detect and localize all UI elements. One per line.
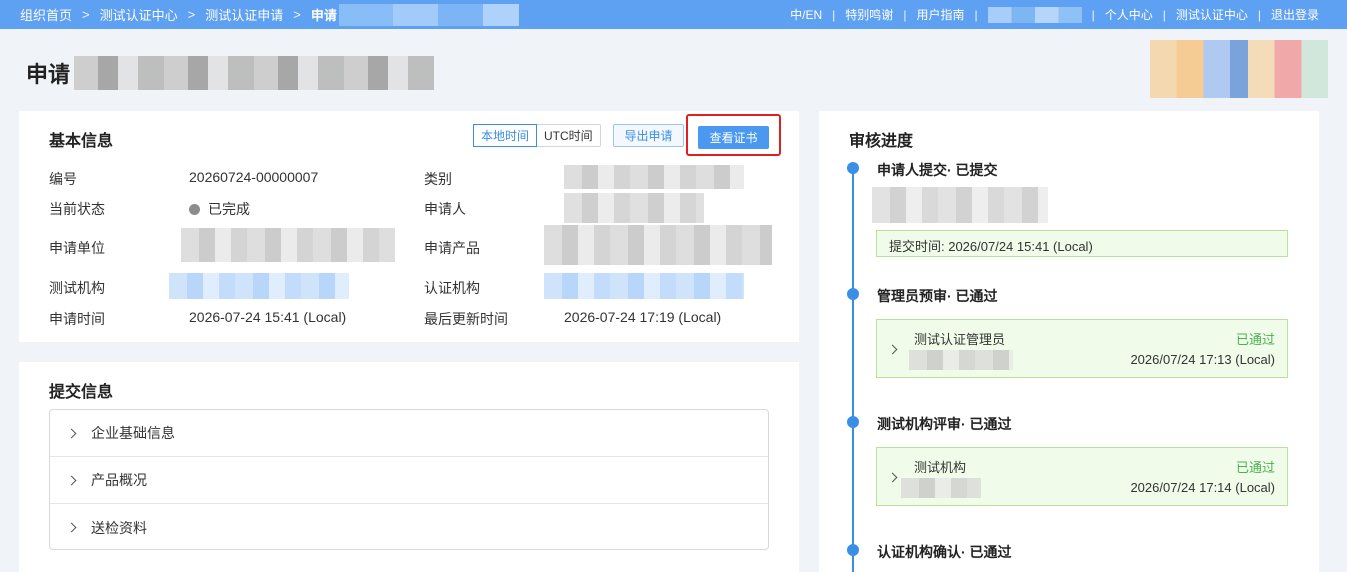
breadcrumb-test-applications[interactable]: 测试认证申请 xyxy=(205,5,283,24)
logout-link[interactable]: 退出登录 xyxy=(1271,6,1319,23)
test-org-review-box[interactable]: 测试机构 已通过 2026/07/24 17:14 (Local) xyxy=(876,447,1288,506)
product-label: 申请产品 xyxy=(424,240,480,256)
status-text: 已完成 xyxy=(208,201,250,217)
redacted-product xyxy=(544,225,772,265)
step-cert-org-confirm-label: 认证机构确认· 已通过 xyxy=(877,544,1012,560)
test-org-label: 测试机构 xyxy=(49,280,105,296)
chevron-right-icon xyxy=(66,522,77,533)
step-test-org-review-label: 测试机构评审· 已通过 xyxy=(877,416,1012,432)
chevron-right-icon xyxy=(887,344,898,355)
redacted-category xyxy=(564,165,744,189)
accordion-item-label: 企业基础信息 xyxy=(91,425,175,441)
number-value: 20260724-00000007 xyxy=(189,169,319,185)
review-state: 已通过 xyxy=(1235,460,1275,475)
timeline-dot xyxy=(847,162,859,174)
local-time-button[interactable]: 本地时间 xyxy=(473,124,538,147)
submission-accordion: 企业基础信息 产品概况 送检资料 xyxy=(49,409,769,550)
basic-info-title: 基本信息 xyxy=(49,133,114,150)
review-date: 2026/07/24 17:14 (Local) xyxy=(1130,480,1275,495)
apply-time-value: 2026-07-24 15:41 (Local) xyxy=(189,309,347,325)
link-divider: | xyxy=(1091,7,1095,22)
link-divider: | xyxy=(974,7,978,22)
redacted-username[interactable] xyxy=(987,6,1082,23)
view-certificate-button[interactable]: 查看证书 xyxy=(698,126,769,149)
submit-time-text: 提交时间: 2026/07/24 15:41 (Local) xyxy=(889,239,1093,254)
submission-info-title: 提交信息 xyxy=(49,384,114,401)
breadcrumb-current: 申请 xyxy=(310,8,337,23)
admin-prereview-box[interactable]: 测试认证管理员 已通过 2026/07/24 17:13 (Local) xyxy=(876,319,1288,378)
status-value: 已完成 xyxy=(189,199,250,219)
updated-value: 2026-07-24 17:19 (Local) xyxy=(564,309,722,325)
redacted-org xyxy=(181,228,395,262)
link-divider: | xyxy=(832,7,836,22)
review-date: 2026/07/24 17:13 (Local) xyxy=(1130,352,1275,367)
chevron-right-icon xyxy=(887,472,898,483)
top-navigation-bar: 组织首页 > 测试认证中心 > 测试认证申请 > 申请 中/EN | 特别鸣谢 … xyxy=(0,0,1347,29)
redacted-reviewer xyxy=(909,350,1013,370)
chevron-right-icon xyxy=(66,428,77,438)
accordion-item-label: 产品概况 xyxy=(91,472,147,488)
redacted-breadcrumb xyxy=(338,3,519,26)
link-divider: | xyxy=(1257,7,1261,22)
timeline-dot xyxy=(847,544,859,556)
applicant-label: 申请人 xyxy=(424,201,466,217)
page-title-text: 申请 xyxy=(26,62,71,87)
user-guide-link[interactable]: 用户指南 xyxy=(916,6,964,23)
utc-time-button[interactable]: UTC时间 xyxy=(537,125,600,146)
chevron-right-icon xyxy=(66,475,77,485)
breadcrumb-test-center[interactable]: 测试认证中心 xyxy=(100,5,178,24)
review-progress-title: 审核进度 xyxy=(849,133,914,150)
breadcrumb: 组织首页 > 测试认证中心 > 测试认证申请 > 申请 xyxy=(20,0,519,29)
review-progress-card: 审核进度 申请人提交· 已提交 提交时间: 2026/07/24 15:41 (… xyxy=(819,111,1319,572)
breadcrumb-org-home[interactable]: 组织首页 xyxy=(20,5,72,24)
reviewer-role: 测试认证管理员 xyxy=(914,332,1006,347)
breadcrumb-separator: > xyxy=(293,7,301,22)
link-divider: | xyxy=(1162,7,1166,22)
status-dot-icon xyxy=(189,204,200,215)
status-label: 当前状态 xyxy=(49,201,105,217)
accordion-item-inspection-materials[interactable]: 送检资料 xyxy=(50,504,768,551)
redacted-applicant xyxy=(564,193,704,223)
time-mode-toggle: 本地时间 UTC时间 xyxy=(473,124,601,147)
review-state: 已通过 xyxy=(1235,332,1275,347)
reviewer-role: 测试机构 xyxy=(914,460,967,475)
test-center-link[interactable]: 测试认证中心 xyxy=(1176,6,1248,23)
accordion-item-company-info[interactable]: 企业基础信息 xyxy=(50,410,768,457)
timeline-dot xyxy=(847,288,859,300)
submit-time-box: 提交时间: 2026/07/24 15:41 (Local) xyxy=(876,230,1288,257)
apply-time-label: 申请时间 xyxy=(49,311,105,327)
submission-info-card: 提交信息 企业基础信息 产品概况 送检资料 xyxy=(19,362,799,572)
acknowledgements-link[interactable]: 特别鸣谢 xyxy=(845,6,893,23)
basic-info-card: 基本信息 本地时间 UTC时间 导出申请 查看证书 编号 20260724-00… xyxy=(19,111,799,342)
breadcrumb-separator: > xyxy=(82,7,90,22)
export-application-button[interactable]: 导出申请 xyxy=(613,124,684,147)
accordion-item-product-overview[interactable]: 产品概况 xyxy=(50,457,768,504)
link-divider: | xyxy=(903,7,907,22)
cert-org-label: 认证机构 xyxy=(424,280,480,296)
updated-label: 最后更新时间 xyxy=(424,311,508,327)
accordion-item-label: 送检资料 xyxy=(91,519,147,536)
language-switch-link[interactable]: 中/EN xyxy=(790,6,822,23)
profile-link[interactable]: 个人中心 xyxy=(1105,6,1153,23)
top-links: 中/EN | 特别鸣谢 | 用户指南 | | 个人中心 | 测试认证中心 | 退… xyxy=(790,0,1319,29)
number-label: 编号 xyxy=(49,171,77,187)
redacted-test-org[interactable] xyxy=(169,273,349,299)
view-certificate-highlight: 查看证书 xyxy=(686,114,781,156)
org-label: 申请单位 xyxy=(49,240,105,256)
redacted-title xyxy=(74,56,435,90)
category-label: 类别 xyxy=(424,171,452,187)
redacted-cert-org[interactable] xyxy=(544,273,744,299)
redacted-reviewer xyxy=(901,478,981,498)
page-title: 申请 xyxy=(26,56,435,90)
step-applicant-submit-label: 申请人提交· 已提交 xyxy=(877,162,998,178)
timeline-dot xyxy=(847,416,859,428)
redacted-logo xyxy=(1150,40,1328,98)
step-admin-prereview-label: 管理员预审· 已通过 xyxy=(877,288,998,304)
breadcrumb-separator: > xyxy=(187,7,196,22)
redacted-submitter xyxy=(872,187,1048,223)
timeline-line xyxy=(852,167,854,572)
